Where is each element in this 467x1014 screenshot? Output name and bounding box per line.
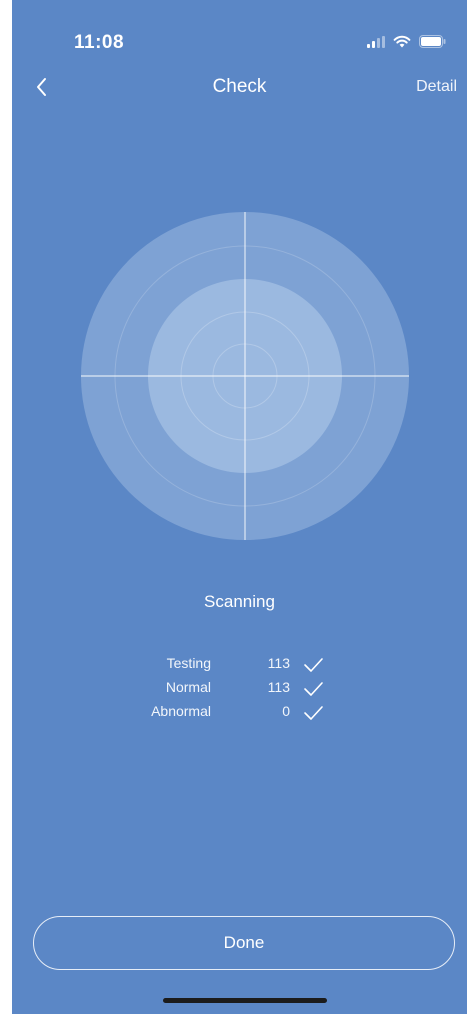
result-value: 0 bbox=[282, 703, 290, 719]
page-title: Check bbox=[212, 76, 267, 97]
signal-icon bbox=[367, 35, 385, 48]
result-row-testing: Testing 113 bbox=[12, 655, 467, 677]
checkmark-icon bbox=[304, 658, 323, 672]
status-icons bbox=[367, 35, 447, 48]
status-time: 11:08 bbox=[74, 32, 125, 53]
wifi-icon bbox=[393, 35, 411, 48]
done-button[interactable]: Done bbox=[33, 916, 455, 970]
radar-icon bbox=[81, 212, 409, 540]
result-label: Abnormal bbox=[151, 703, 211, 719]
result-row-abnormal: Abnormal 0 bbox=[12, 703, 467, 725]
result-value: 113 bbox=[267, 679, 290, 695]
scan-status-text: Scanning bbox=[204, 592, 275, 611]
battery-icon bbox=[419, 35, 446, 48]
result-value: 113 bbox=[267, 655, 290, 671]
detail-button[interactable]: Detail bbox=[416, 78, 457, 96]
checkmark-icon bbox=[304, 706, 323, 720]
result-label: Testing bbox=[166, 655, 211, 671]
result-label: Normal bbox=[165, 679, 211, 695]
check-screen: 11:08 Check Detail Scanning Testing 113 … bbox=[12, 0, 467, 1014]
result-row-normal: Normal 113 bbox=[12, 679, 467, 701]
home-indicator[interactable] bbox=[163, 998, 327, 1003]
checkmark-icon bbox=[304, 682, 323, 696]
